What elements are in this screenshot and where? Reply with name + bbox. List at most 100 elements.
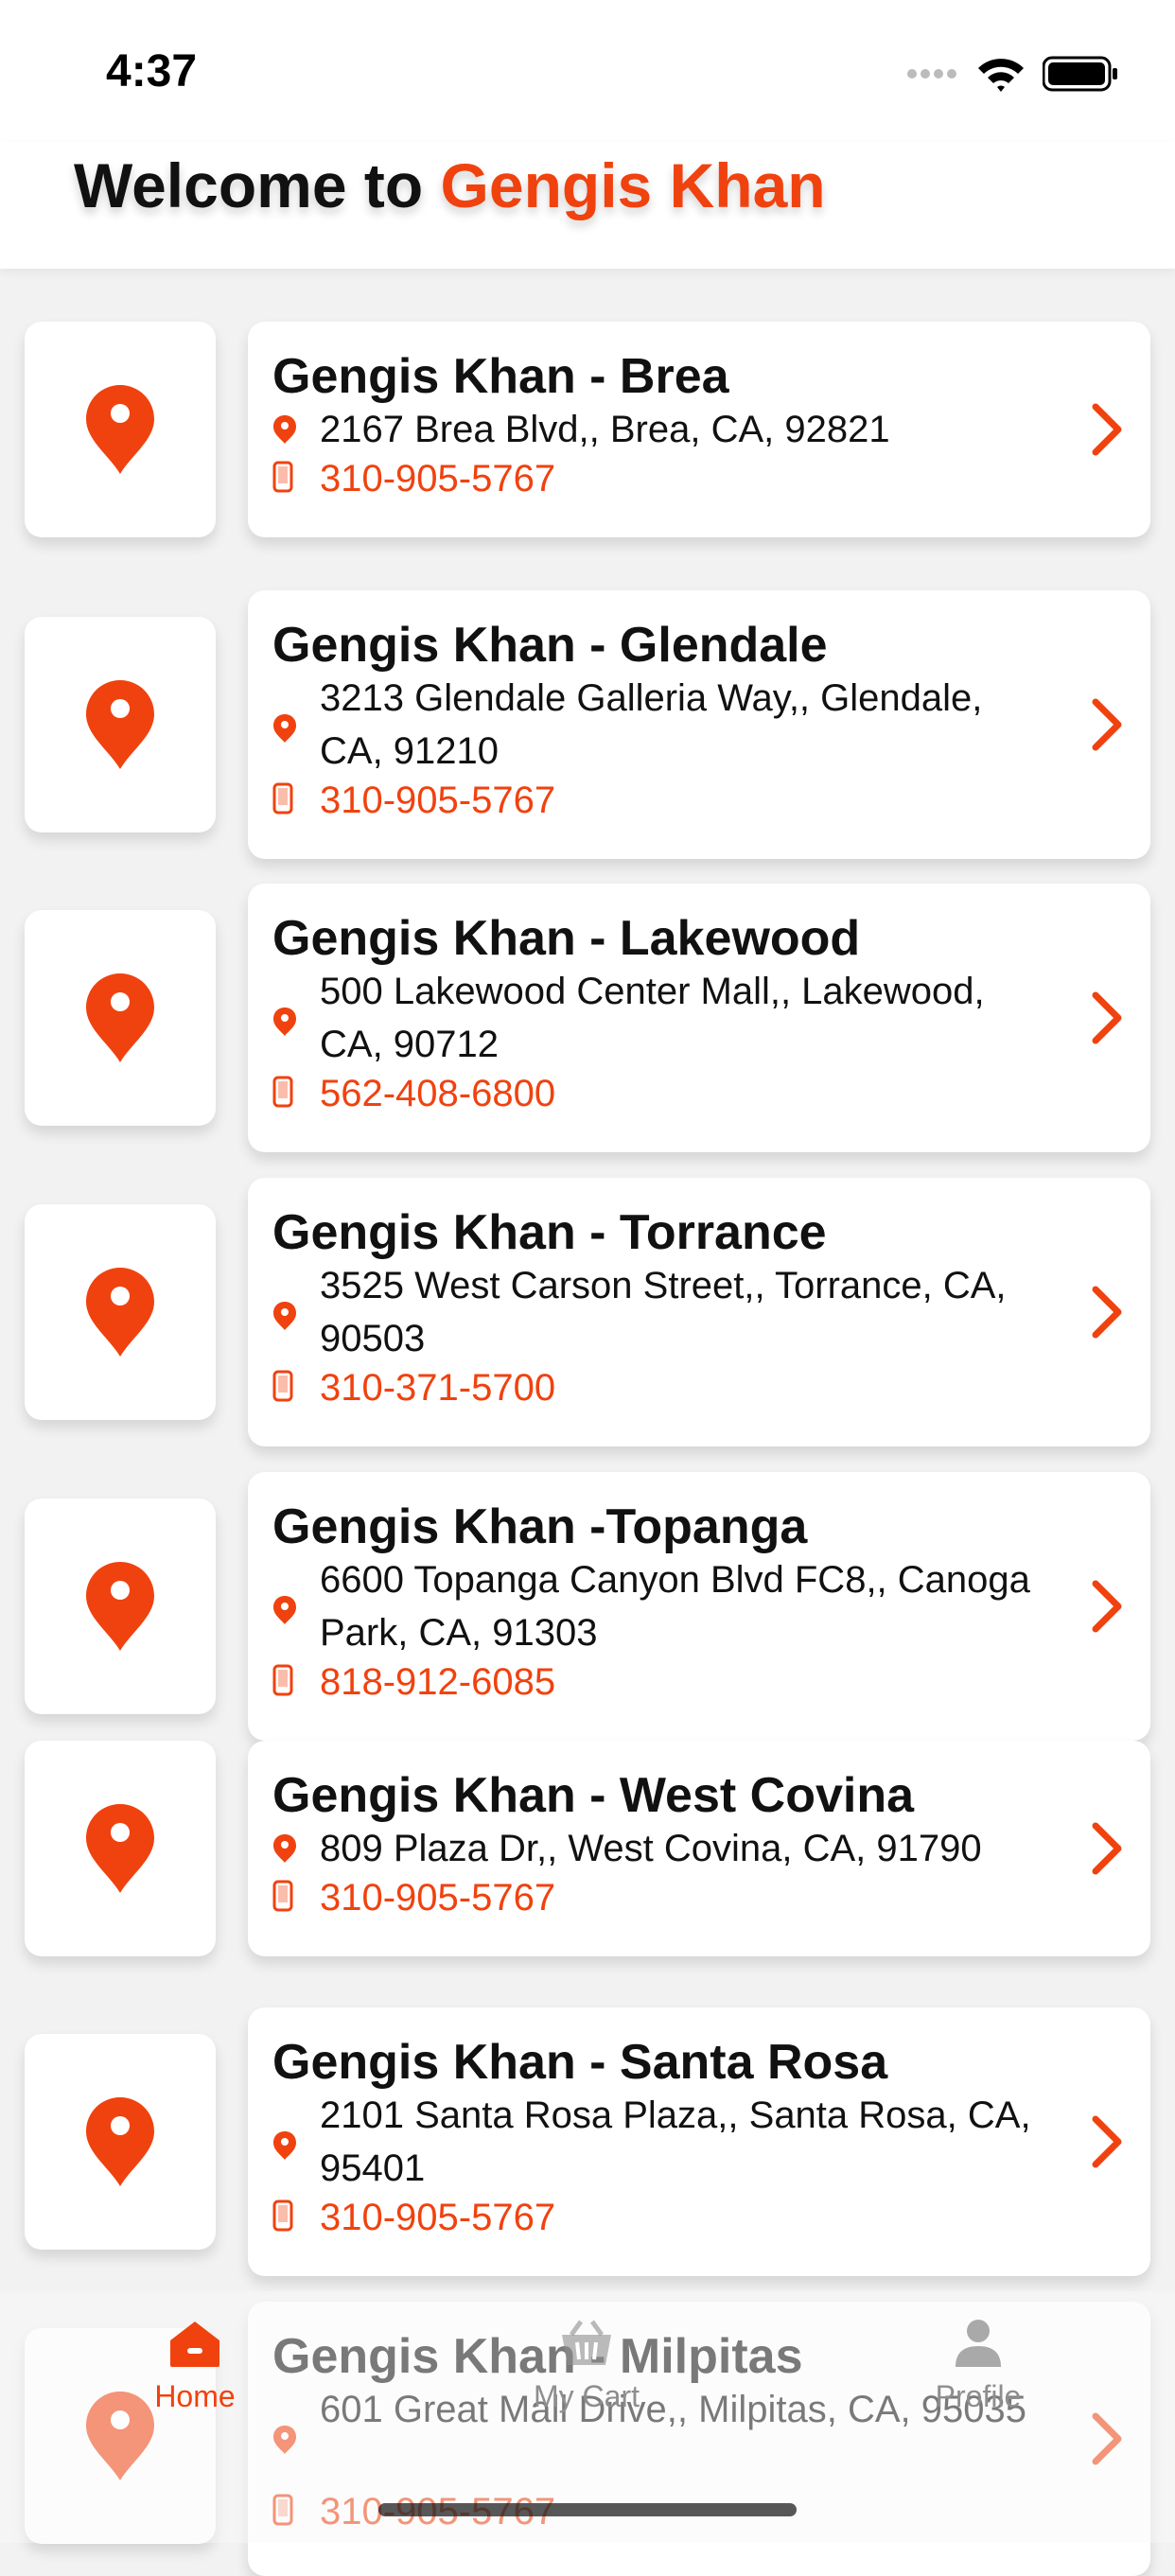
phone-icon: [272, 1880, 293, 1912]
map-pin-icon: [86, 1562, 154, 1651]
phone-text: 310-371-5700: [320, 1367, 556, 1409]
location-pin-card: [25, 1741, 216, 1956]
location-phone[interactable]: 310-905-5767: [272, 780, 555, 822]
header: Welcome to Gengis Khan: [0, 142, 1175, 269]
location-info-card[interactable]: Gengis Khan - Brea 2167 Brea Blvd,, Brea,…: [248, 322, 1150, 537]
location-info-card[interactable]: Gengis Khan -Topanga 6600 Topanga Canyon …: [248, 1472, 1150, 1741]
address-text: 500 Lakewood Center Mall,, Lakewood, CA,…: [320, 971, 985, 1065]
battery-icon: [1043, 56, 1117, 92]
location-pin-card: [25, 1498, 216, 1714]
phone-icon: [272, 1076, 293, 1108]
phone-icon: [272, 461, 293, 493]
location-phone[interactable]: 310-905-5767: [272, 2197, 555, 2239]
location-info-card[interactable]: Gengis Khan - Santa Rosa 2101 Santa Rosa …: [248, 2007, 1150, 2276]
location-name: Gengis Khan - Torrance: [272, 1205, 827, 1260]
cellular-signal-icon: [907, 69, 956, 79]
location-phone[interactable]: 310-371-5700: [272, 1367, 555, 1410]
location-phone[interactable]: 562-408-6800: [272, 1073, 555, 1115]
address-text: 6600 Topanga Canyon Blvd FC8,, Canoga Pa…: [320, 1559, 1030, 1654]
location-row[interactable]: Gengis Khan -Topanga 6600 Topanga Canyon …: [0, 1472, 1175, 1741]
address-pin-icon: [273, 1596, 296, 1624]
row-chevron[interactable]: [1092, 698, 1124, 756]
basket-icon: [562, 2320, 611, 2365]
location-row[interactable]: Gengis Khan - Santa Rosa 2101 Santa Rosa …: [0, 2007, 1175, 2276]
address-pin-icon: [273, 1302, 296, 1330]
location-address: 3525 West Carson Street,, Torrance, CA, …: [272, 1259, 1048, 1365]
brand-name: Gengis Khan: [440, 150, 826, 220]
phone-text: 310-905-5767: [320, 780, 556, 821]
location-info-card[interactable]: Gengis Khan - Glendale 3213 Glendale Gall…: [248, 590, 1150, 859]
location-row[interactable]: Gengis Khan - Brea 2167 Brea Blvd,, Brea,…: [0, 322, 1175, 537]
chevron-right-icon: [1092, 1822, 1122, 1875]
address-pin-icon: [273, 714, 296, 743]
address-text: 3213 Glendale Galleria Way,, Glendale, C…: [320, 677, 983, 772]
map-pin-icon: [86, 1804, 154, 1893]
location-name: Gengis Khan - Glendale: [272, 618, 828, 673]
chevron-right-icon: [1092, 1580, 1122, 1633]
status-time: 4:37: [106, 46, 198, 96]
phone-icon: [272, 2199, 293, 2232]
row-chevron[interactable]: [1092, 1286, 1124, 1343]
location-address: 809 Plaza Dr,, West Covina, CA, 91790: [272, 1822, 1048, 1875]
tab-home[interactable]: Home: [81, 2318, 308, 2414]
address-pin-icon: [273, 1834, 296, 1863]
location-info-card[interactable]: Gengis Khan - Lakewood 500 Lakewood Cente…: [248, 884, 1150, 1152]
location-phone[interactable]: 818-912-6085: [272, 1661, 555, 1704]
chevron-right-icon: [1092, 1286, 1122, 1339]
location-pin-card: [25, 910, 216, 1126]
location-row[interactable]: Gengis Khan - Glendale 3213 Glendale Gall…: [0, 590, 1175, 859]
tab-profile[interactable]: Profile: [865, 2318, 1092, 2414]
row-chevron[interactable]: [1092, 2115, 1124, 2173]
address-pin-icon: [273, 415, 296, 444]
map-pin-icon: [86, 2097, 154, 2186]
tab-home-label: Home: [154, 2379, 236, 2413]
map-pin-icon: [86, 1268, 154, 1357]
location-address: 500 Lakewood Center Mall,, Lakewood, CA,…: [272, 965, 1048, 1071]
tab-my-cart-label: My Cart: [534, 2379, 640, 2413]
address-text: 809 Plaza Dr,, West Covina, CA, 91790: [320, 1828, 982, 1869]
page-title: Welcome to Gengis Khan: [74, 149, 826, 221]
map-pin-icon: [86, 385, 154, 474]
address-pin-icon: [273, 2131, 296, 2160]
tab-profile-label: Profile: [935, 2379, 1022, 2413]
location-row[interactable]: Gengis Khan - West Covina 809 Plaza Dr,, …: [0, 1741, 1175, 1956]
chevron-right-icon: [1092, 991, 1122, 1044]
location-address: 6600 Topanga Canyon Blvd FC8,, Canoga Pa…: [272, 1553, 1048, 1659]
location-pin-card: [25, 2034, 216, 2250]
phone-text: 818-912-6085: [320, 1661, 556, 1703]
location-pin-card: [25, 322, 216, 537]
location-phone[interactable]: 310-905-5767: [272, 458, 555, 500]
location-phone[interactable]: 310-905-5767: [272, 1877, 555, 1919]
phone-text: 562-408-6800: [320, 1073, 556, 1114]
chevron-right-icon: [1092, 403, 1122, 456]
location-pin-card: [25, 617, 216, 832]
row-chevron[interactable]: [1092, 1822, 1124, 1880]
location-info-card[interactable]: Gengis Khan - Torrance 3525 West Carson S…: [248, 1178, 1150, 1446]
status-bar: 4:37: [0, 0, 1175, 142]
address-text: 3525 West Carson Street,, Torrance, CA, …: [320, 1265, 1007, 1359]
welcome-prefix: Welcome to: [74, 150, 441, 220]
person-icon: [956, 2320, 1001, 2367]
row-chevron[interactable]: [1092, 1580, 1124, 1638]
location-address: 2167 Brea Blvd,, Brea, CA, 92821: [272, 403, 1048, 456]
tab-my-cart[interactable]: My Cart: [473, 2318, 700, 2414]
row-chevron[interactable]: [1092, 403, 1124, 461]
location-name: Gengis Khan - Brea: [272, 349, 729, 404]
address-text: 2167 Brea Blvd,, Brea, CA, 92821: [320, 409, 890, 450]
phone-text: 310-905-5767: [320, 458, 556, 499]
status-icons: [906, 55, 1118, 93]
home-indicator: [378, 2503, 797, 2516]
location-row[interactable]: Gengis Khan - Torrance 3525 West Carson S…: [0, 1178, 1175, 1446]
phone-text: 310-905-5767: [320, 2197, 556, 2238]
location-row[interactable]: Gengis Khan - Lakewood 500 Lakewood Cente…: [0, 884, 1175, 1152]
chevron-right-icon: [1092, 2115, 1122, 2168]
phone-icon: [272, 782, 293, 815]
location-pin-card: [25, 1204, 216, 1420]
map-pin-icon: [86, 973, 154, 1062]
location-name: Gengis Khan -Topanga: [272, 1499, 808, 1554]
row-chevron[interactable]: [1092, 991, 1124, 1049]
wifi-icon: [978, 59, 1024, 92]
location-info-card[interactable]: Gengis Khan - West Covina 809 Plaza Dr,, …: [248, 1741, 1150, 1956]
phone-icon: [272, 1370, 293, 1402]
location-name: Gengis Khan - Lakewood: [272, 911, 861, 966]
